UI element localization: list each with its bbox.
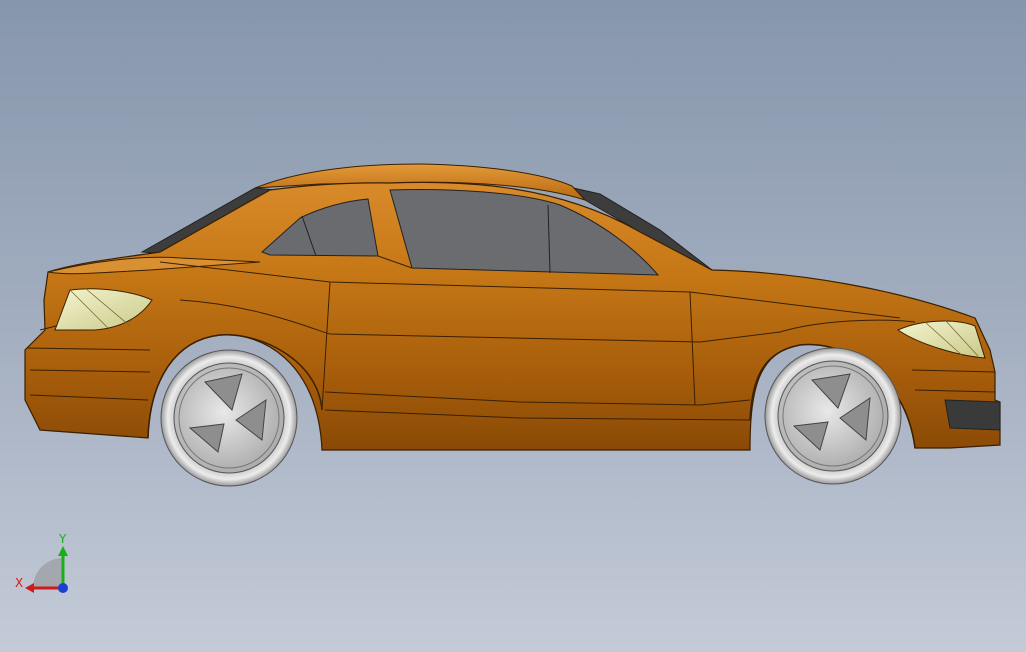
car-model[interactable] bbox=[24, 163, 1001, 487]
model-canvas[interactable]: X Y bbox=[0, 0, 1026, 652]
triad-z-axis bbox=[58, 583, 68, 593]
front-intake bbox=[944, 399, 1001, 431]
triad-x-label: X bbox=[15, 576, 23, 590]
reference-triad[interactable]: X Y bbox=[15, 532, 68, 593]
triad-y-label: Y bbox=[58, 532, 67, 546]
rear-wheel[interactable] bbox=[160, 349, 298, 487]
triad-plane bbox=[33, 558, 63, 588]
front-wheel[interactable] bbox=[764, 347, 902, 485]
graphics-viewport[interactable]: X Y bbox=[0, 0, 1026, 652]
